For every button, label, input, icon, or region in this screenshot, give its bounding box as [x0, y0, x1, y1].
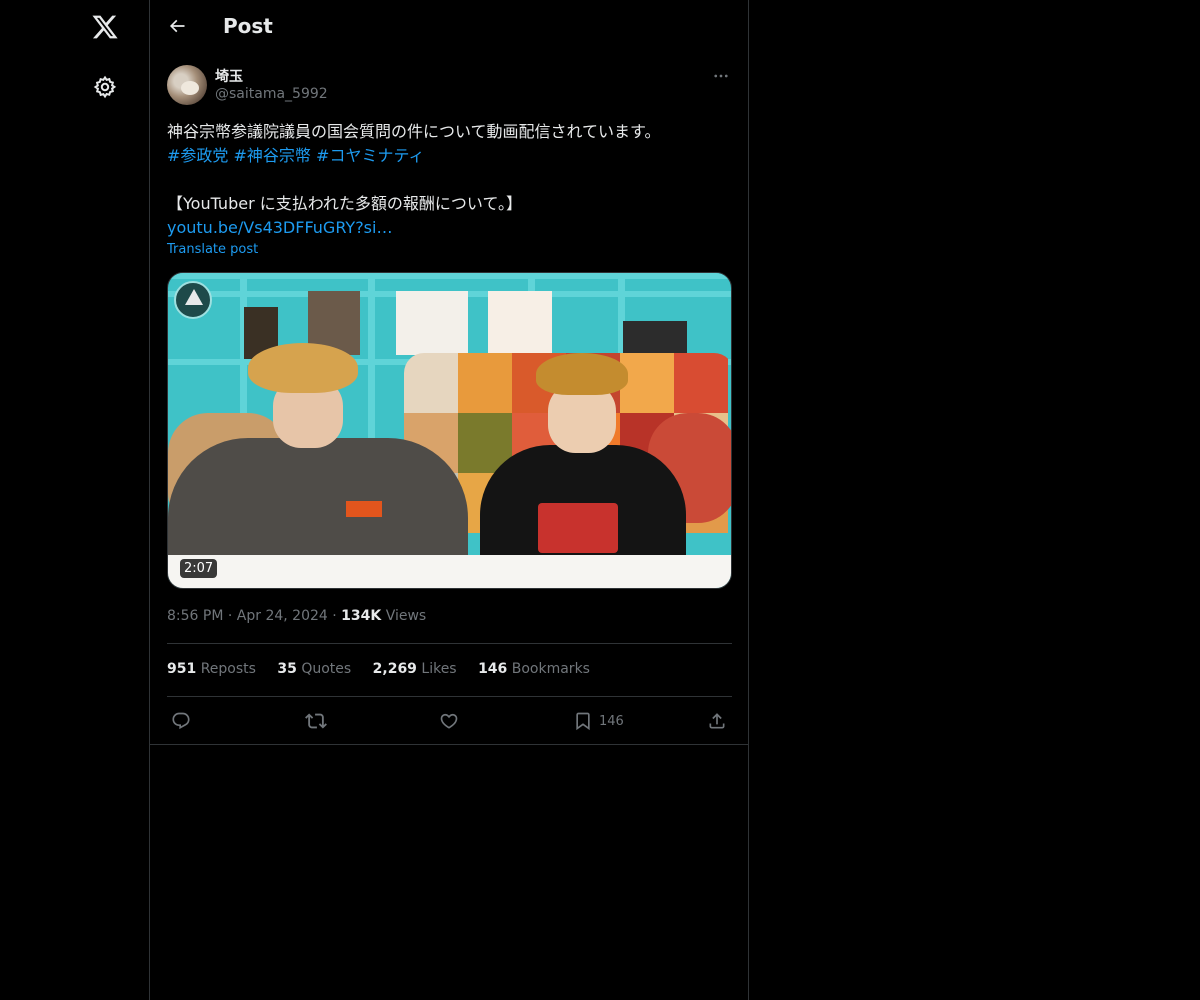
quotes-label: Quotes — [301, 661, 352, 677]
channel-logo-icon — [174, 281, 212, 319]
repost-icon — [305, 713, 327, 729]
back-button[interactable] — [162, 11, 192, 41]
hair-image — [248, 343, 358, 393]
bookmarks-count: 146 — [478, 661, 508, 677]
likes-count: 2,269 — [372, 661, 417, 677]
hashtag-line: #参政党 #神谷宗幣 #コヤミナティ — [167, 144, 733, 168]
post-date[interactable]: Apr 24, 2024 — [237, 608, 328, 624]
views-label: Views — [385, 608, 427, 624]
likes-label: Likes — [421, 661, 457, 677]
divider — [167, 696, 732, 697]
hashtag-link[interactable]: #参政党 — [167, 146, 228, 165]
external-link[interactable]: youtu.be/Vs43DFFuGRY?si… — [167, 218, 392, 237]
avatar[interactable] — [167, 65, 207, 105]
table-image — [168, 555, 731, 588]
hashtag-link[interactable]: #神谷宗幣 — [234, 146, 311, 165]
poster-image — [488, 291, 552, 355]
quotes-count: 35 — [277, 661, 297, 677]
reply-button[interactable] — [171, 706, 191, 736]
post-column: Post 埼玉 @saitama_5992 神谷宗幣参議院議員の国会質問の件につ… — [149, 0, 749, 1000]
divider — [150, 744, 748, 745]
author-handle[interactable]: @saitama_5992 — [215, 86, 328, 102]
post-text: 神谷宗幣参議院議員の国会質問の件について動画配信されています。 #参政党 #神谷… — [167, 120, 733, 240]
post-author: 埼玉 @saitama_5992 — [167, 64, 733, 108]
page-title: Post — [223, 14, 273, 38]
translate-post-link[interactable]: Translate post — [167, 242, 258, 257]
shirt-print — [538, 503, 618, 553]
shelf — [168, 273, 731, 279]
more-dots-icon — [714, 74, 728, 78]
author-name[interactable]: 埼玉 — [215, 66, 243, 86]
likes-stat[interactable]: 2,269 Likes — [373, 661, 457, 677]
x-logo-icon[interactable] — [87, 9, 123, 45]
bookmark-button[interactable]: 146 — [573, 706, 624, 736]
repost-button[interactable] — [305, 706, 327, 736]
post-meta: 8:56 PM · Apr 24, 2024 · 134K Views — [167, 608, 426, 624]
gear-icon[interactable] — [87, 69, 123, 105]
post-stats: 951 Reposts 35 Quotes 2,269 Likes 146 Bo… — [167, 661, 607, 677]
logo-patch — [346, 501, 382, 517]
reply-icon — [172, 712, 190, 730]
post-line: 【YouTuber に支払われた多額の報酬について。】 — [167, 194, 522, 213]
bookmarks-label: Bookmarks — [511, 661, 590, 677]
video-thumbnail[interactable]: 2:07 — [167, 272, 732, 589]
separator: · — [227, 608, 233, 624]
post-line: 神谷宗幣参議院議員の国会質問の件について動画配信されています。 — [167, 122, 661, 141]
left-navigation — [0, 0, 149, 1000]
bookmark-icon — [576, 712, 590, 731]
divider — [167, 643, 732, 644]
reposts-count: 951 — [167, 661, 197, 677]
hair-image — [536, 353, 628, 395]
post-header: Post — [150, 0, 748, 53]
bookmarks-stat[interactable]: 146 Bookmarks — [478, 661, 590, 677]
separator: · — [332, 608, 337, 624]
action-bar: 146 — [167, 706, 733, 736]
views-count: 134K — [341, 608, 382, 624]
share-icon — [709, 713, 725, 729]
quotes-stat[interactable]: 35 Quotes — [277, 661, 351, 677]
bookmark-count: 146 — [599, 713, 624, 729]
more-button[interactable] — [709, 64, 733, 88]
hashtag-link[interactable]: #コヤミナティ — [316, 146, 424, 165]
reposts-label: Reposts — [200, 661, 256, 677]
video-duration: 2:07 — [180, 559, 218, 578]
poster-image — [396, 291, 468, 355]
post-time[interactable]: 8:56 PM — [167, 608, 223, 624]
like-button[interactable] — [439, 706, 459, 736]
share-button[interactable] — [707, 706, 727, 736]
heart-icon — [440, 713, 458, 729]
reposts-stat[interactable]: 951 Reposts — [167, 661, 256, 677]
device-image — [623, 321, 687, 357]
arrow-left-icon — [169, 19, 185, 33]
